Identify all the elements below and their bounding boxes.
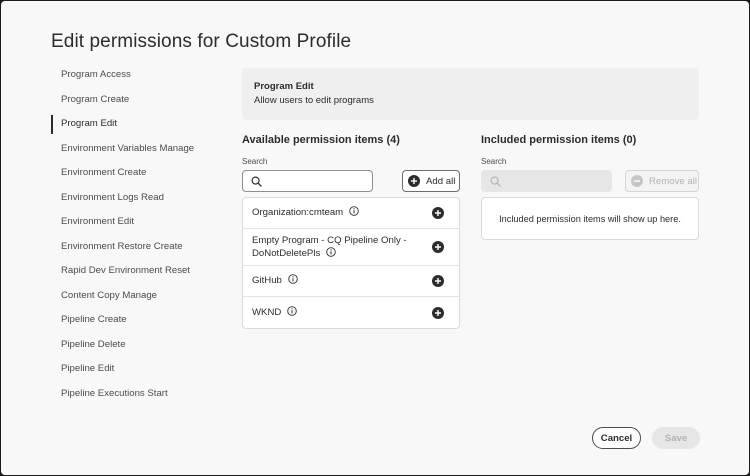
add-circle-icon: [408, 175, 420, 187]
add-circle-icon[interactable]: [432, 306, 444, 319]
nav-item-environment-create[interactable]: Environment Create: [51, 161, 231, 186]
nav-item-environment-logs-read[interactable]: Environment Logs Read: [51, 186, 231, 211]
search-icon: [490, 176, 501, 187]
list-item[interactable]: WKND: [243, 297, 459, 328]
search-icon: [251, 176, 262, 187]
info-icon[interactable]: [287, 305, 298, 316]
available-search-input[interactable]: [265, 173, 365, 189]
nav-item-content-copy-manage[interactable]: Content Copy Manage: [51, 284, 231, 309]
included-search-field: [481, 170, 612, 192]
add-all-button[interactable]: Add all: [402, 170, 460, 192]
permission-info-description: Allow users to edit programs: [254, 95, 374, 106]
nav-item-program-access[interactable]: Program Access: [51, 63, 231, 88]
permission-item-label: Organization:cmteam: [252, 207, 344, 219]
remove-all-label: Remove all: [649, 175, 697, 187]
nav-item-environment-restore-create[interactable]: Environment Restore Create: [51, 235, 231, 260]
nav-item-pipeline-executions-start[interactable]: Pipeline Executions Start: [51, 382, 231, 407]
info-icon[interactable]: [288, 274, 298, 285]
add-circle-icon[interactable]: [432, 275, 444, 287]
included-search-label: Search: [481, 157, 507, 166]
remove-all-button[interactable]: Remove all: [625, 170, 699, 192]
list-item[interactable]: Empty Program - CQ Pipeline Only - DoNot…: [243, 229, 459, 266]
list-item[interactable]: Organization:cmteam: [243, 198, 459, 229]
list-item[interactable]: GitHub: [243, 266, 459, 297]
permission-item-label: WKND: [252, 306, 282, 318]
nav-item-environment-edit[interactable]: Environment Edit: [51, 210, 231, 235]
included-empty-state: Included permission items will show up h…: [481, 197, 699, 240]
nav-item-environment-variables-manage[interactable]: Environment Variables Manage: [51, 137, 231, 162]
remove-circle-icon: [631, 175, 643, 187]
nav-item-pipeline-delete[interactable]: Pipeline Delete: [51, 333, 231, 358]
available-search-label: Search: [242, 157, 268, 166]
add-all-label: Add all: [426, 175, 456, 187]
nav-item-pipeline-edit[interactable]: Pipeline Edit: [51, 357, 231, 382]
cancel-button[interactable]: Cancel: [592, 427, 641, 449]
included-heading: Included permission items (0): [481, 134, 637, 146]
available-permission-list: Organization:cmteam Empty Program - CQ P…: [242, 197, 460, 329]
available-heading: Available permission items (4): [242, 134, 400, 146]
permission-nav: Program Access Program Create Program Ed…: [51, 63, 231, 406]
nav-item-pipeline-create[interactable]: Pipeline Create: [51, 308, 231, 333]
nav-item-program-create[interactable]: Program Create: [51, 88, 231, 113]
info-icon[interactable]: [326, 247, 337, 257]
save-button[interactable]: Save: [652, 427, 700, 449]
nav-item-program-edit[interactable]: Program Edit: [51, 112, 231, 137]
included-search-input[interactable]: [504, 173, 604, 189]
dialog-title: Edit permissions for Custom Profile: [51, 31, 352, 52]
add-circle-icon[interactable]: [432, 241, 444, 253]
permission-info-card: Program Edit Allow users to edit program…: [242, 68, 699, 120]
available-search-field: [242, 170, 373, 192]
add-circle-icon[interactable]: [432, 207, 444, 219]
edit-permissions-dialog: Edit permissions for Custom Profile Prog…: [1, 1, 749, 475]
info-icon[interactable]: [349, 206, 359, 217]
nav-item-rapid-dev-environment-reset[interactable]: Rapid Dev Environment Reset: [51, 259, 231, 284]
permission-info-heading: Program Edit: [254, 81, 314, 92]
permission-item-label: GitHub: [252, 275, 282, 287]
